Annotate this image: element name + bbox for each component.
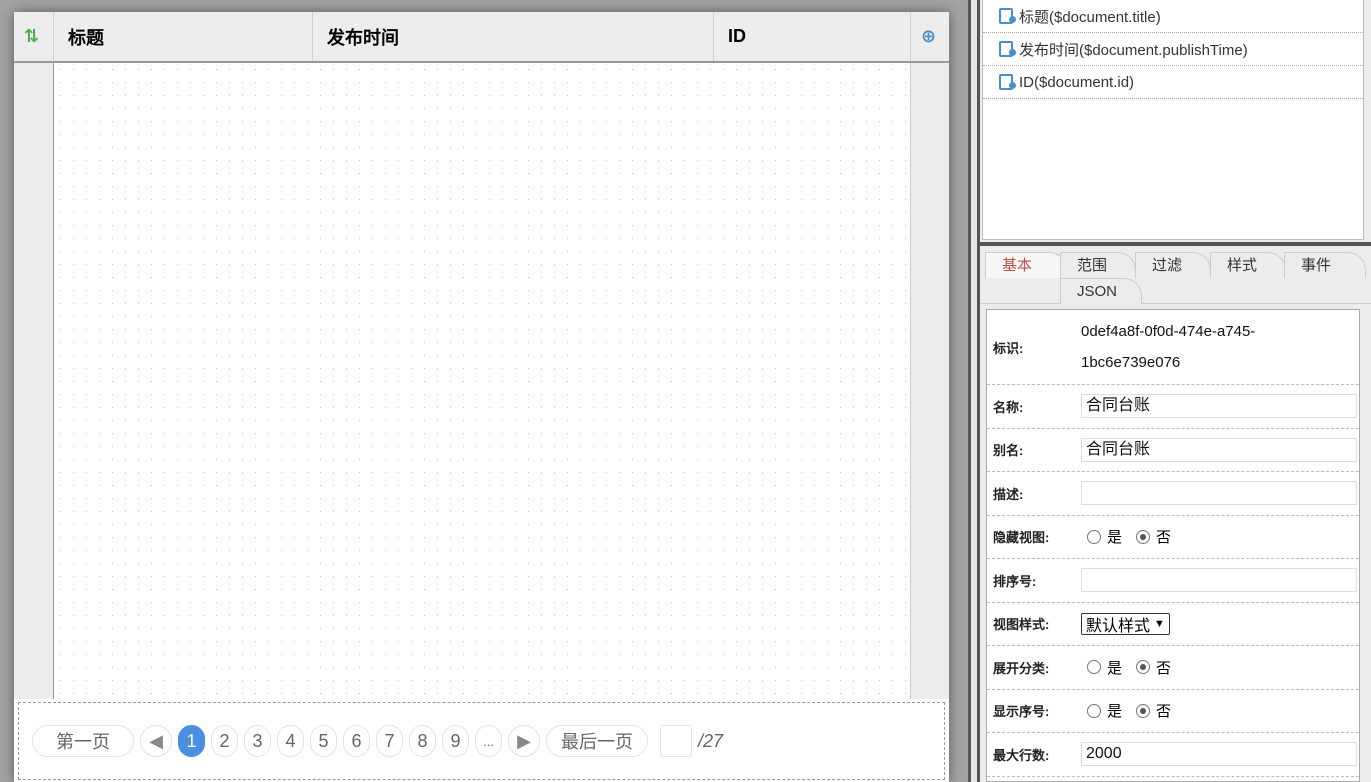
- hide-view-yes-radio[interactable]: [1087, 529, 1101, 544]
- page-ellipsis[interactable]: ...: [475, 725, 502, 757]
- page-button[interactable]: 9: [442, 725, 469, 757]
- no-label: 否: [1156, 703, 1172, 721]
- page-button[interactable]: 6: [343, 725, 370, 757]
- expand-no-radio[interactable]: [1136, 660, 1151, 675]
- field-label: 标题($document.title): [1019, 8, 1161, 26]
- id-label: 标识:: [993, 340, 1024, 356]
- order-input[interactable]: [1081, 568, 1357, 593]
- field-label: ID($document.id): [1019, 73, 1135, 91]
- yes-label: 是: [1107, 529, 1123, 547]
- first-page-button[interactable]: 第一页: [32, 725, 134, 757]
- tab-filter[interactable]: 过滤: [1135, 252, 1211, 278]
- page-input[interactable]: [660, 725, 692, 757]
- name-input[interactable]: 合同台账: [1081, 394, 1357, 419]
- description-label: 描述:: [993, 486, 1024, 502]
- alias-input[interactable]: 合同台账: [1081, 437, 1357, 462]
- view-style-value: 默认样式: [1086, 617, 1151, 635]
- page-button[interactable]: 2: [211, 725, 238, 757]
- tab-basic[interactable]: 基本: [985, 252, 1067, 278]
- last-page-button[interactable]: 最后一页: [546, 725, 648, 757]
- column-header-publish-time[interactable]: 发布时间: [313, 12, 714, 61]
- hide-view-label: 隐藏视图:: [993, 530, 1050, 546]
- max-rows-input[interactable]: 2000: [1081, 742, 1357, 767]
- tab-style[interactable]: 样式: [1210, 252, 1286, 278]
- chevron-down-icon: ▼: [1154, 617, 1165, 630]
- expand-yes-radio[interactable]: [1087, 660, 1101, 675]
- table-body: [14, 63, 949, 699]
- max-rows-label: 最大行数:: [993, 747, 1050, 763]
- field-icon: [999, 8, 1016, 24]
- tab-events[interactable]: 事件: [1284, 252, 1366, 278]
- show-number-no-radio[interactable]: [1136, 703, 1151, 718]
- field-item[interactable]: 标题($document.title): [983, 0, 1363, 33]
- view-preview-panel: ⇅ 标题 发布时间 ID ⊕ 第一页 ◀ 1 2 3 4 5 6 7 8 9 .…: [14, 12, 949, 782]
- page-button[interactable]: 7: [376, 725, 403, 757]
- no-label: 否: [1156, 529, 1172, 547]
- field-icon: [999, 74, 1016, 90]
- prev-page-icon[interactable]: ◀: [140, 725, 172, 757]
- field-label: 发布时间($document.publishTime): [1019, 41, 1248, 59]
- refresh-icon[interactable]: ⇅: [14, 12, 54, 61]
- expand-category-label: 展开分类:: [993, 660, 1050, 676]
- name-label: 名称:: [993, 399, 1024, 415]
- column-header-title[interactable]: 标题: [54, 12, 313, 61]
- alias-label: 别名:: [993, 443, 1024, 459]
- yes-label: 是: [1107, 659, 1123, 677]
- view-style-label: 视图样式:: [993, 617, 1050, 633]
- view-style-select[interactable]: 默认样式 ▼: [1081, 612, 1170, 635]
- description-input[interactable]: [1081, 481, 1357, 506]
- order-label: 排序号:: [993, 573, 1037, 589]
- id-value-line1: 0def4a8f-0f0d-474e-a745-: [1081, 323, 1256, 340]
- yes-label: 是: [1107, 703, 1123, 721]
- no-label: 否: [1156, 659, 1172, 677]
- pagination: 第一页 ◀ 1 2 3 4 5 6 7 8 9 ... ▶ 最后一页 /27: [18, 702, 945, 780]
- grid-area: [53, 63, 911, 699]
- properties-panel: 标题($document.title) 发布时间($document.publi…: [980, 0, 1371, 782]
- next-page-icon[interactable]: ▶: [508, 725, 540, 757]
- page-button[interactable]: 3: [244, 725, 271, 757]
- add-column-icon[interactable]: ⊕: [911, 12, 949, 61]
- basic-form: 标识: 0def4a8f-0f0d-474e-a745- 1bc6e739e076 …: [986, 309, 1360, 782]
- page-button[interactable]: 4: [277, 725, 304, 757]
- view-designer: ⇅ 标题 发布时间 ID ⊕ 第一页 ◀ 1 2 3 4 5 6 7 8 9 .…: [0, 0, 968, 782]
- page-button[interactable]: 1: [178, 725, 205, 757]
- splitter[interactable]: [968, 0, 980, 782]
- property-tabs: 基本 范围 过滤 样式 事件 JSON: [980, 252, 1371, 304]
- page-button[interactable]: 8: [409, 725, 436, 757]
- horizontal-splitter[interactable]: [980, 242, 1371, 246]
- page-button[interactable]: 5: [310, 725, 337, 757]
- field-item[interactable]: ID($document.id): [983, 66, 1363, 99]
- field-list: 标题($document.title) 发布时间($document.publi…: [982, 0, 1364, 240]
- show-number-yes-radio[interactable]: [1087, 703, 1101, 718]
- table-header: ⇅ 标题 发布时间 ID ⊕: [14, 12, 949, 63]
- field-item[interactable]: 发布时间($document.publishTime): [983, 33, 1363, 66]
- column-header-id[interactable]: ID: [714, 12, 911, 61]
- page-total: /27: [698, 730, 724, 751]
- field-icon: [999, 41, 1016, 57]
- tab-json[interactable]: JSON: [1060, 278, 1142, 304]
- show-number-label: 显示序号:: [993, 704, 1050, 720]
- tab-scope[interactable]: 范围: [1060, 252, 1136, 278]
- hide-view-no-radio[interactable]: [1136, 529, 1151, 544]
- id-value-line2: 1bc6e739e076: [1081, 354, 1181, 371]
